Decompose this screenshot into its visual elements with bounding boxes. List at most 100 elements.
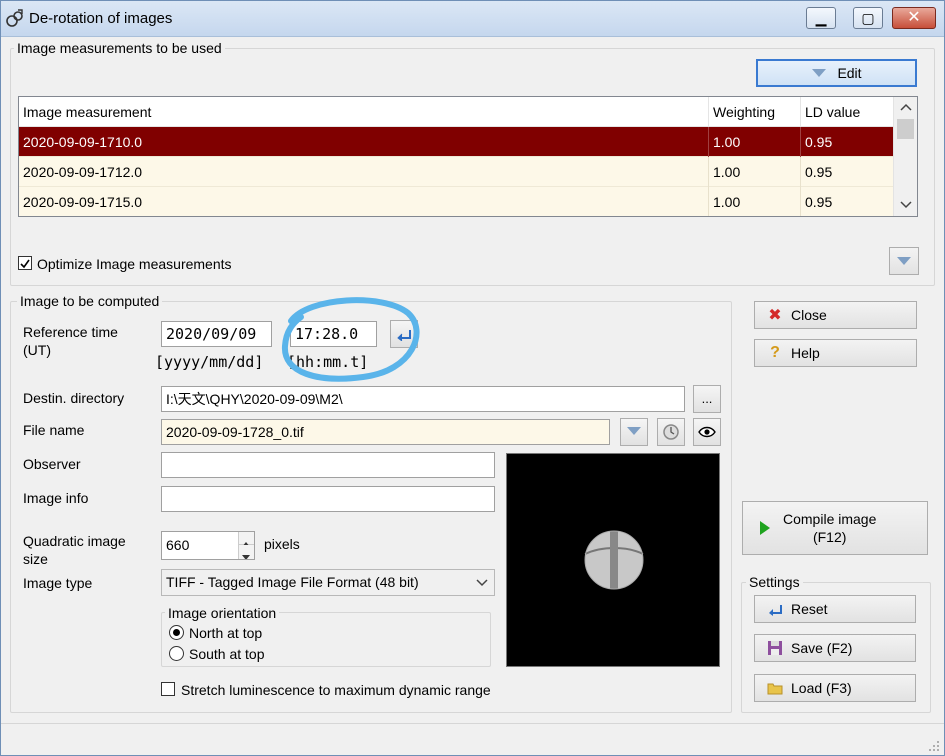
dropdown-arrow-icon	[627, 427, 641, 435]
chevron-down-icon	[476, 579, 488, 587]
date-input[interactable]: 2020/09/09	[161, 321, 272, 347]
dropdown-arrow-icon	[812, 69, 827, 77]
optimize-label: Optimize Image measurements	[37, 256, 232, 272]
spin-up-button[interactable]	[238, 532, 254, 547]
dropdown-arrow-icon	[897, 257, 911, 265]
dest-dir-input[interactable]: I:\天文\QHY\2020-09-09\M2\	[161, 386, 685, 412]
preview-toggle-button[interactable]	[693, 418, 721, 446]
stretch-label: Stretch luminescence to maximum dynamic …	[181, 682, 491, 698]
table-header: Image measurement Weighting LD value	[19, 97, 893, 127]
measurements-table[interactable]: Image measurement Weighting LD value 202…	[18, 96, 918, 217]
window-title: De-rotation of images	[29, 10, 173, 27]
planet-preview-image	[584, 530, 644, 590]
save-button[interactable]: Save (F2)	[754, 634, 916, 662]
load-button[interactable]: Load (F3)	[754, 674, 916, 702]
image-preview	[506, 453, 720, 667]
spin-down-icon	[242, 555, 250, 559]
minimize-icon: ▁	[815, 10, 827, 26]
settings-group-label: Settings	[746, 574, 803, 590]
help-button[interactable]: ? Help	[754, 339, 917, 367]
save-button-label: Save (F2)	[791, 640, 853, 656]
stretch-checkbox[interactable]	[161, 682, 175, 696]
reference-time-label: Reference time (UT)	[23, 324, 118, 358]
browse-button[interactable]: ...	[693, 385, 721, 413]
image-info-input[interactable]	[161, 486, 495, 512]
app-icon	[6, 9, 23, 27]
quad-size-value: 660	[166, 537, 190, 553]
edit-button[interactable]: Edit	[756, 59, 917, 87]
scroll-down-icon[interactable]	[900, 201, 912, 209]
pixels-label: pixels	[264, 536, 300, 552]
compile-image-label: Compile image (F12)	[783, 511, 877, 545]
checkmark-icon	[20, 259, 30, 269]
close-window-button[interactable]: ✕	[892, 7, 936, 29]
help-button-label: Help	[791, 345, 820, 361]
table-row[interactable]: 2020-09-09-1712.0 1.00 0.95	[19, 157, 893, 187]
cell-weighting: 1.00	[709, 187, 801, 216]
image-type-label: Image type	[23, 575, 93, 591]
column-header-ld-value[interactable]: LD value	[801, 97, 893, 127]
quad-size-stepper[interactable]: 660	[161, 531, 255, 560]
compute-group-label: Image to be computed	[17, 293, 163, 309]
image-type-select[interactable]: TIFF - Tagged Image File Format (48 bit)	[161, 569, 495, 596]
column-header-measurement[interactable]: Image measurement	[19, 97, 709, 127]
status-bar	[1, 723, 944, 755]
scroll-up-icon[interactable]	[900, 103, 912, 111]
column-header-weighting[interactable]: Weighting	[709, 97, 801, 127]
floppy-disk-icon	[768, 641, 782, 655]
reset-button[interactable]: Reset	[754, 595, 916, 623]
file-name-input[interactable]: 2020-09-09-1728_0.tif	[161, 419, 610, 445]
date-format-hint: [yyyy/mm/dd]	[155, 353, 264, 371]
table-scrollbar[interactable]	[893, 97, 917, 216]
scroll-thumb[interactable]	[897, 119, 914, 139]
minimize-button[interactable]: ▁	[806, 7, 836, 29]
cell-ld-value: 0.95	[805, 134, 833, 150]
close-icon: ✕	[907, 9, 921, 26]
north-at-top-radio[interactable]	[169, 625, 184, 640]
image-type-value: TIFF - Tagged Image File Format (48 bit)	[166, 574, 419, 590]
question-icon: ?	[770, 344, 780, 361]
cell-measurement: 2020-09-09-1710.0	[19, 127, 709, 157]
cell-ld-value: 0.95	[805, 164, 833, 180]
file-name-label: File name	[23, 422, 85, 438]
observer-label: Observer	[23, 456, 81, 472]
cell-weighting: 1.00	[709, 157, 801, 187]
dest-dir-label: Destin. directory	[23, 390, 125, 406]
spin-down-button[interactable]	[238, 545, 254, 559]
derotation-window: De-rotation of images ▁ ▢ ✕ Image measur…	[0, 0, 945, 756]
quad-size-label: Quadratic image size	[23, 533, 126, 567]
south-at-top-label: South at top	[189, 646, 265, 662]
optimize-checkbox[interactable]	[18, 256, 32, 270]
annotation-circle	[281, 297, 420, 382]
maximize-icon: ▢	[861, 10, 875, 26]
play-icon	[760, 521, 770, 535]
clock-icon	[663, 424, 679, 440]
maximize-button[interactable]: ▢	[853, 7, 883, 29]
red-x-icon: ✖	[768, 307, 782, 324]
cell-ld-value: 0.95	[805, 194, 833, 210]
measurements-group-label: Image measurements to be used	[14, 40, 225, 56]
edit-button-label: Edit	[837, 65, 862, 81]
file-name-options-button[interactable]	[620, 418, 648, 446]
reset-button-label: Reset	[791, 601, 828, 617]
cell-measurement: 2020-09-09-1712.0	[19, 157, 709, 187]
image-info-label: Image info	[23, 490, 89, 506]
folder-icon	[767, 683, 783, 695]
eye-icon	[698, 426, 716, 438]
table-row[interactable]: 2020-09-09-1715.0 1.00 0.95	[19, 187, 893, 216]
title-bar[interactable]: De-rotation of images ▁ ▢ ✕	[1, 1, 944, 37]
close-button-label: Close	[791, 307, 827, 323]
compile-image-button[interactable]: Compile image (F12)	[742, 501, 928, 555]
auto-name-button[interactable]	[657, 418, 685, 446]
optimize-options-button[interactable]	[889, 247, 919, 275]
load-button-label: Load (F3)	[791, 680, 852, 696]
south-at-top-radio[interactable]	[169, 646, 184, 661]
table-row[interactable]: 2020-09-09-1710.0 1.00 0.95	[19, 127, 893, 157]
observer-input[interactable]	[161, 452, 495, 478]
reset-arrow-icon	[769, 605, 782, 616]
close-button[interactable]: ✖ Close	[754, 301, 917, 329]
resize-grip-icon[interactable]	[928, 740, 940, 752]
cell-weighting: 1.00	[709, 127, 801, 157]
cell-measurement: 2020-09-09-1715.0	[19, 187, 709, 216]
orientation-group-label: Image orientation	[165, 605, 280, 621]
